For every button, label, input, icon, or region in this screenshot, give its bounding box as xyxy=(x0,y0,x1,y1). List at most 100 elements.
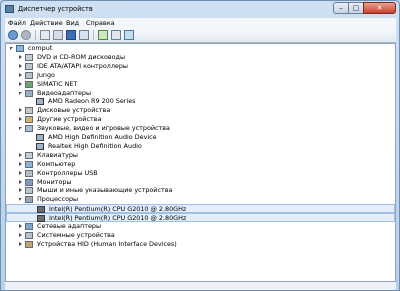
tree-device[interactable]: Intel(R) Pentium(R) CPU G2010 @ 2.80GHz xyxy=(6,213,395,223)
tree-category-label: Сетевые адаптеры xyxy=(37,222,102,230)
tree-category[interactable]: SIMATIC NET xyxy=(6,80,395,89)
tree-category-label: Клавиатуры xyxy=(37,150,78,159)
collapse-arrow-icon[interactable] xyxy=(19,91,22,95)
tree-category-label: Видеоадаптеры xyxy=(37,88,91,97)
properties-icon[interactable] xyxy=(40,30,50,40)
tree-category-label: Процессоры xyxy=(37,195,79,204)
tree-category[interactable]: Мониторы xyxy=(6,178,395,187)
minimize-button[interactable]: – xyxy=(333,2,349,14)
expand-arrow-icon[interactable] xyxy=(19,224,22,228)
expand-arrow-icon[interactable] xyxy=(19,232,22,237)
tree-category-label: Системные устройства xyxy=(37,230,115,239)
menu-help[interactable]: Справка xyxy=(86,18,115,28)
tree-category[interactable]: Сетевые адаптеры xyxy=(6,222,395,231)
expand-arrow-icon[interactable] xyxy=(19,188,22,193)
device-tree[interactable]: comput DVD и CD-ROM дисководы IDE ATA/ATAP… xyxy=(5,43,396,282)
window-title: Диспетчер устройств xyxy=(18,5,93,13)
tree-category[interactable]: Дисковые устройства xyxy=(6,106,395,115)
tree-category[interactable]: Процессоры xyxy=(6,195,395,204)
menu-file[interactable]: Файл xyxy=(8,18,26,28)
device-category-icon xyxy=(25,223,33,230)
device-category-icon xyxy=(25,160,33,168)
tree-category-label: Дисковые устройства xyxy=(37,106,111,115)
device-category-icon xyxy=(25,196,33,204)
help-icon[interactable] xyxy=(66,30,76,40)
tree-device-label: AMD High Definition Audio Device xyxy=(48,133,157,141)
expand-arrow-icon[interactable] xyxy=(19,72,22,77)
tree-device-label: Realtek High Definition Audio xyxy=(48,141,142,150)
expand-arrow-icon[interactable] xyxy=(19,117,22,122)
tree-category-label: Jungo xyxy=(37,70,55,79)
expand-arrow-icon[interactable] xyxy=(19,63,22,68)
tree-category-label: Мыши и иные указывающие устройства xyxy=(37,186,173,195)
toolbar-separator xyxy=(93,30,94,40)
maximize-button[interactable]: □ xyxy=(348,2,364,14)
title-bar[interactable]: Диспетчер устройств – □ ✕ xyxy=(1,1,399,18)
tree-category[interactable]: Звуковые, видео и игровые устройства xyxy=(6,124,395,133)
device-category-icon xyxy=(25,53,33,61)
tree-device[interactable]: AMD Radeon R9 200 Series xyxy=(6,97,395,106)
tree-category-label: Устройства HID (Human Interface Devices) xyxy=(37,239,177,248)
tree-category-label: Мониторы xyxy=(37,177,72,186)
tree-category[interactable]: Другие устройства xyxy=(6,115,395,124)
tree-category-label: Контроллеры USB xyxy=(37,168,98,177)
tree-category[interactable]: Мыши и иные указывающие устройства xyxy=(6,186,395,195)
menu-view[interactable]: Вид xyxy=(66,18,79,28)
device-category-icon xyxy=(25,125,33,133)
tree-category[interactable]: DVD и CD-ROM дисководы xyxy=(6,53,395,62)
tree-category[interactable]: Видеоадаптеры xyxy=(6,89,395,98)
tree-category-label: IDE ATA/ATAPI контроллеры xyxy=(37,61,128,70)
collapse-arrow-icon[interactable] xyxy=(19,198,22,202)
device-category-icon xyxy=(25,80,33,88)
expand-arrow-icon[interactable] xyxy=(19,179,22,184)
collapse-arrow-icon[interactable] xyxy=(10,47,13,50)
tree-category-label: Компьютер xyxy=(37,159,76,168)
tree-root-label: comput xyxy=(28,44,53,52)
device-category-icon xyxy=(25,151,33,159)
device-category-icon xyxy=(25,62,33,70)
device-category-icon xyxy=(25,178,33,186)
close-button[interactable]: ✕ xyxy=(363,2,396,14)
forward-icon[interactable] xyxy=(21,30,31,40)
tree-root[interactable]: comput xyxy=(6,44,395,53)
tree-category[interactable]: Контроллеры USB xyxy=(6,169,395,178)
expand-arrow-icon[interactable] xyxy=(19,81,22,86)
update-driver-icon[interactable] xyxy=(79,30,89,40)
uninstall-icon[interactable] xyxy=(111,30,121,40)
device-icon xyxy=(36,134,44,141)
device-category-icon xyxy=(25,231,33,239)
menu-bar: Файл Действие Вид Справка xyxy=(5,18,396,28)
device-category-icon xyxy=(25,116,33,124)
expand-arrow-icon[interactable] xyxy=(19,152,22,157)
tree-device[interactable]: Realtek High Definition Audio xyxy=(6,142,395,151)
tree-category-label: Другие устройства xyxy=(37,115,102,124)
tree-device[interactable]: AMD High Definition Audio Device xyxy=(6,133,395,142)
device-icon xyxy=(36,98,44,106)
scan-icon[interactable] xyxy=(98,30,108,40)
tree-category[interactable]: Клавиатуры xyxy=(6,151,395,160)
tree-category[interactable]: Системные устройства xyxy=(6,231,395,240)
tree-category-label: DVD и CD-ROM дисководы xyxy=(37,52,126,61)
back-icon[interactable] xyxy=(8,30,18,40)
collapse-arrow-icon[interactable] xyxy=(19,127,22,131)
expand-arrow-icon[interactable] xyxy=(19,54,22,59)
tree-category[interactable]: Компьютер xyxy=(6,160,395,169)
menu-action[interactable]: Действие xyxy=(30,18,63,28)
toolbar-separator xyxy=(35,30,36,40)
view-icon[interactable] xyxy=(53,30,63,40)
expand-arrow-icon[interactable] xyxy=(19,241,22,246)
device-manager-window: Диспетчер устройств – □ ✕ Файл Действие … xyxy=(0,0,400,291)
tree-device[interactable]: Intel(R) Pentium(R) CPU G2010 @ 2.80GHz xyxy=(6,204,395,214)
device-category-icon xyxy=(25,89,33,97)
device-manager-icon xyxy=(5,5,14,13)
tree-category[interactable]: Jungo xyxy=(6,71,395,80)
disable-icon[interactable] xyxy=(124,30,134,40)
expand-arrow-icon[interactable] xyxy=(19,108,22,113)
expand-arrow-icon[interactable] xyxy=(19,170,22,175)
expand-arrow-icon[interactable] xyxy=(19,161,22,166)
tree-category[interactable]: Устройства HID (Human Interface Devices) xyxy=(6,240,395,249)
tree-category[interactable]: IDE ATA/ATAPI контроллеры xyxy=(6,62,395,71)
device-category-icon xyxy=(25,71,33,79)
tree-category-label: SIMATIC NET xyxy=(37,79,78,88)
tree-category-label: Звуковые, видео и игровые устройства xyxy=(37,124,170,133)
